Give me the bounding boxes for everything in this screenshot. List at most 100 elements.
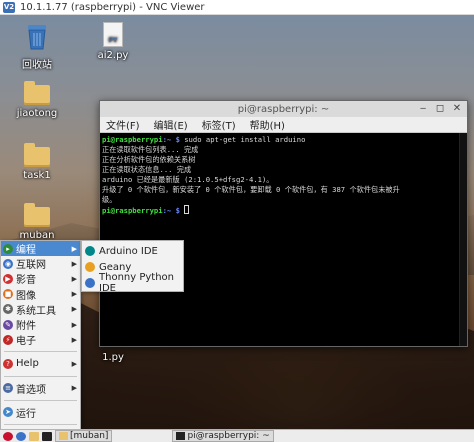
output-line: 级。 [102, 195, 117, 204]
desktop-icon-jiaotong[interactable]: jiaotong [6, 81, 68, 119]
programming-icon: ▸ [3, 243, 13, 254]
close-icon[interactable]: ✕ [450, 102, 464, 115]
folder-icon [59, 432, 68, 440]
taskbar-task-label: [muban] [70, 431, 109, 441]
menu-item-label: Help [16, 358, 39, 370]
terminal-title-bar[interactable]: pi@raspberrypi: ~ ‒ ◻ ✕ [100, 101, 467, 117]
menu-item-label: 互联网 [16, 260, 46, 272]
terminal-window[interactable]: pi@raspberrypi: ~ ‒ ◻ ✕ 文件(F) 编辑(E) 标签(T… [99, 100, 468, 347]
trash-icon [28, 25, 46, 50]
submenu-arrow-icon: ▶ [71, 305, 77, 314]
menu-item-label: 系统工具 [16, 305, 56, 317]
run-icon: ➤ [3, 407, 13, 418]
folder-icon [24, 203, 50, 227]
minimize-icon[interactable]: ‒ [416, 102, 430, 115]
menu-launcher-icon[interactable] [3, 431, 13, 441]
prompt-path: :~ $ [162, 206, 180, 215]
folder-icon [24, 81, 50, 105]
help-icon: ? [3, 358, 13, 369]
prompt-user: pi@raspberrypi [102, 206, 163, 215]
menu-file[interactable]: 文件(F) [106, 117, 140, 132]
prompt-user: pi@raspberrypi [102, 135, 163, 144]
desktop-icon-label: 回收站 [22, 60, 52, 71]
menu-separator [4, 420, 77, 425]
menu-item-preferences[interactable]: ≡ 首选项 ▶ [1, 381, 80, 396]
submenu-arrow-icon: ▶ [71, 290, 77, 299]
menu-item-electronics[interactable]: ⚡ 电子 ▶ [1, 332, 80, 347]
system-tools-icon: ✱ [3, 304, 13, 315]
menu-item-internet[interactable]: ◉ 互联网 ▶ [1, 256, 80, 271]
prompt-path: :~ $ [162, 135, 180, 144]
submenu-item-arduino-ide[interactable]: Arduino IDE [82, 243, 183, 259]
python-file-icon: PY [103, 22, 123, 47]
maximize-icon[interactable]: ◻ [433, 102, 447, 115]
menu-item-label: 首选项 [16, 384, 46, 396]
output-line: 升级了 0 个软件包，新安装了 0 个软件包，要卸载 0 个软件包，有 387 … [102, 185, 400, 194]
output-line: 正在分析软件包的依赖关系树 [102, 155, 196, 164]
internet-icon: ◉ [3, 258, 13, 269]
desktop-icon-trash[interactable]: 回收站 [6, 22, 68, 71]
menu-item-programming[interactable]: ▸ 编程 ▶ [1, 241, 80, 257]
menu-separator [4, 396, 77, 401]
menu-item-system-tools[interactable]: ✱ 系统工具 ▶ [1, 302, 80, 317]
menu-item-help[interactable]: ? Help ▶ [1, 356, 80, 371]
menu-item-label: 附件 [16, 321, 36, 333]
menu-item-label: 运行 [16, 408, 36, 420]
menu-item-sound-video[interactable]: ▶ 影音 ▶ [1, 271, 80, 286]
menu-item-label: 电子 [16, 336, 36, 348]
terminal-scrollbar[interactable] [459, 133, 467, 346]
desktop-icon-label: jiaotong [16, 108, 58, 119]
sound-video-icon: ▶ [3, 273, 13, 284]
taskbar-task-muban[interactable]: [muban] [55, 430, 113, 442]
command-text: sudo apt-get install arduino [179, 135, 306, 144]
menu-item-run[interactable]: ➤ 运行 [1, 405, 80, 420]
vnc-window-title-bar: V2 10.1.1.77 (raspberrypi) - VNC Viewer [0, 0, 474, 15]
submenu-arrow-icon: ▶ [71, 335, 77, 344]
desktop-icon-label: 1.py [102, 352, 124, 363]
desktop-icon-ai2-py[interactable]: PY ai2.py [82, 22, 144, 61]
output-line: arduino 已经是最新版 (2:1.0.5+dfsg2-4.1)。 [102, 175, 274, 184]
geany-icon [85, 262, 95, 272]
submenu-item-label: Thonny Python IDE [99, 272, 174, 294]
submenu-arrow-icon: ▶ [71, 359, 77, 368]
menu-edit[interactable]: 编辑(E) [154, 117, 188, 132]
preferences-icon: ≡ [3, 383, 13, 394]
globe-icon[interactable] [16, 431, 26, 441]
terminal-launcher-icon[interactable] [42, 431, 52, 441]
submenu-arrow-icon: ▶ [71, 259, 77, 268]
menu-help[interactable]: 帮助(H) [250, 117, 285, 132]
menu-item-graphics[interactable]: ■ 图像 ▶ [1, 287, 80, 302]
submenu-arrow-icon: ▶ [71, 384, 77, 393]
desktop-icon-task1[interactable]: task1 [6, 143, 68, 181]
submenu-item-label: Arduino IDE [99, 245, 158, 257]
taskbar-task-label: pi@raspberrypi: ~ [187, 431, 270, 441]
folder-icon [24, 143, 50, 167]
taskbar-task-terminal[interactable]: pi@raspberrypi: ~ [172, 430, 274, 442]
menu-separator [4, 347, 77, 353]
submenu-arrow-icon: ▶ [71, 320, 77, 329]
submenu-arrow-icon: ▶ [71, 274, 77, 283]
menu-item-accessories[interactable]: ✎ 附件 ▶ [1, 317, 80, 332]
electronics-icon: ⚡ [3, 334, 13, 345]
taskbar: [muban] pi@raspberrypi: ~ [0, 429, 474, 442]
desktop-icon-label: ai2.py [97, 50, 129, 61]
vnc-window-title: 10.1.1.77 (raspberrypi) - VNC Viewer [20, 1, 205, 13]
start-menu: ▸ 编程 ▶ ◉ 互联网 ▶ ▶ 影音 ▶ ■ 图像 ▶ ✱ 系统工具 ▶ ✎ … [0, 240, 81, 442]
submenu-item-thonny[interactable]: Thonny Python IDE [82, 272, 183, 294]
file-manager-icon[interactable] [29, 431, 39, 441]
menu-item-label: 编程 [16, 245, 36, 257]
submenu-arrow-icon: ▶ [71, 244, 77, 253]
terminal-cursor [184, 205, 190, 214]
desktop-icon-muban[interactable]: muban [6, 203, 68, 241]
output-line: 正在读取软件包列表... 完成 [102, 145, 199, 154]
programming-submenu: Arduino IDE Geany Thonny Python IDE [81, 240, 184, 294]
terminal-title: pi@raspberrypi: ~ [237, 103, 330, 115]
submenu-item-label: Geany [99, 261, 132, 273]
terminal-menubar: 文件(F) 编辑(E) 标签(T) 帮助(H) [100, 117, 467, 133]
menu-tabs[interactable]: 标签(T) [202, 117, 236, 132]
desktop-icon-1-py[interactable]: 1.py [82, 352, 144, 363]
menu-item-label: 图像 [16, 290, 36, 302]
desktop-icon-label: task1 [23, 170, 51, 181]
thonny-icon [85, 278, 95, 288]
terminal-icon [176, 432, 186, 440]
